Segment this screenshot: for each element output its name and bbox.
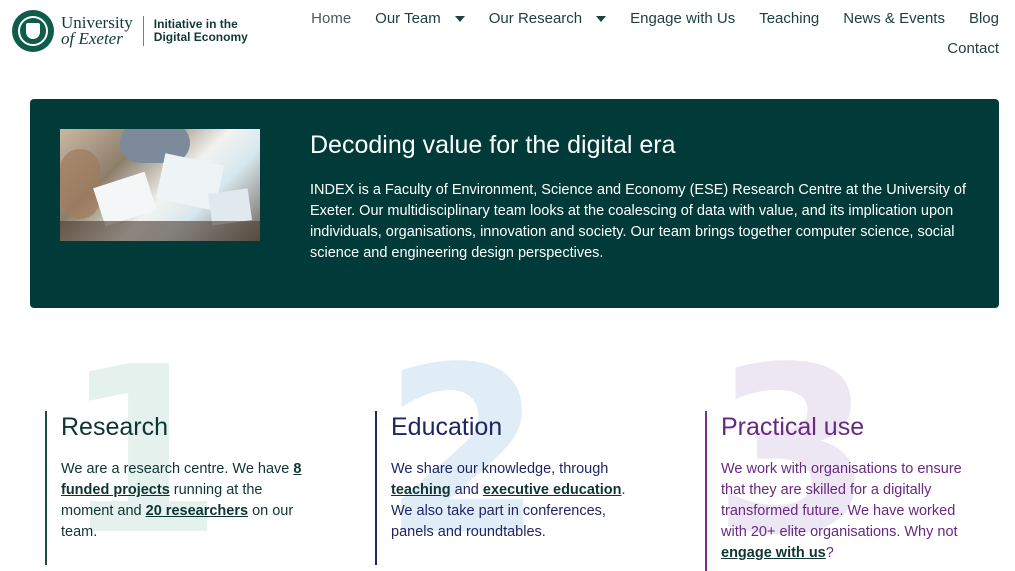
nav-blog-label: Blog bbox=[968, 10, 999, 27]
education-rule bbox=[375, 411, 377, 565]
logo-divider bbox=[142, 16, 144, 46]
hero-image bbox=[60, 129, 260, 241]
nav-news-events-label: News & Events bbox=[843, 10, 945, 27]
hero-title: Decoding value for the digital era bbox=[310, 131, 676, 159]
nav-our-research-label: Our Research bbox=[488, 10, 583, 27]
university-name: University of Exeter bbox=[61, 14, 133, 48]
education-text-part1: We share our knowledge, through bbox=[391, 461, 609, 477]
nav-contact-label: Contact bbox=[947, 40, 999, 57]
index-name: Initiative in the Digital Economy bbox=[154, 18, 248, 44]
education-text: We share our knowledge, through teaching… bbox=[391, 459, 646, 543]
university-crest-icon bbox=[12, 10, 54, 52]
education-title: Education bbox=[391, 413, 503, 441]
research-column: 1 Research We are a research centre. We … bbox=[45, 338, 345, 571]
practical-use-column: 3 Practical use We work with organisatio… bbox=[705, 338, 1005, 571]
nav-engage-with-us[interactable]: Engage with Us bbox=[618, 9, 747, 29]
chevron-down-icon[interactable] bbox=[596, 16, 607, 22]
hero-description: INDEX is a Faculty of Environment, Scien… bbox=[310, 182, 966, 261]
nav-our-team[interactable]: Our Team bbox=[363, 9, 477, 29]
nav-our-research[interactable]: Our Research bbox=[477, 9, 618, 29]
research-text: We are a research centre. We have 8 fund… bbox=[61, 459, 316, 543]
research-rule bbox=[45, 411, 47, 565]
practical-use-title: Practical use bbox=[721, 413, 865, 441]
practical-use-text-part2: ? bbox=[825, 545, 834, 561]
teaching-link[interactable]: teaching bbox=[391, 482, 451, 498]
nav-contact[interactable]: Contact bbox=[935, 39, 999, 59]
education-column: 2 Education We share our knowledge, thro… bbox=[375, 338, 675, 571]
university-name-line2: of Exeter bbox=[61, 29, 123, 48]
engage-with-us-link[interactable]: engage with us bbox=[721, 545, 826, 561]
nav-engage-with-us-label: Engage with Us bbox=[630, 10, 736, 27]
nav-blog[interactable]: Blog bbox=[957, 9, 999, 29]
practical-use-text: We work with organisations to ensure tha… bbox=[721, 459, 976, 564]
index-name-line2: Digital Economy bbox=[153, 30, 248, 44]
site-logo[interactable]: University of Exeter Initiative in the D… bbox=[12, 10, 248, 52]
nav-our-team-label: Our Team bbox=[375, 10, 441, 27]
main-nav: Home Our Team Our Research Engage with U… bbox=[299, 9, 999, 59]
researchers-link[interactable]: 20 researchers bbox=[146, 503, 248, 519]
nav-home[interactable]: Home bbox=[299, 9, 363, 29]
practical-use-rule bbox=[705, 411, 707, 571]
nav-teaching[interactable]: Teaching bbox=[747, 9, 831, 29]
site-header: University of Exeter Initiative in the D… bbox=[0, 0, 1015, 80]
research-text-part1: We are a research centre. We have bbox=[61, 461, 294, 477]
nav-news-events[interactable]: News & Events bbox=[831, 9, 957, 29]
executive-education-link[interactable]: executive education bbox=[483, 482, 622, 498]
hero-banner: Decoding value for the digital era INDEX… bbox=[30, 99, 999, 308]
practical-use-text-part1: We work with organisations to ensure tha… bbox=[721, 461, 962, 540]
nav-teaching-label: Teaching bbox=[759, 10, 820, 27]
research-title: Research bbox=[61, 413, 168, 441]
chevron-down-icon[interactable] bbox=[454, 16, 465, 22]
nav-home-label: Home bbox=[311, 10, 352, 27]
education-text-part2: and bbox=[450, 482, 483, 498]
